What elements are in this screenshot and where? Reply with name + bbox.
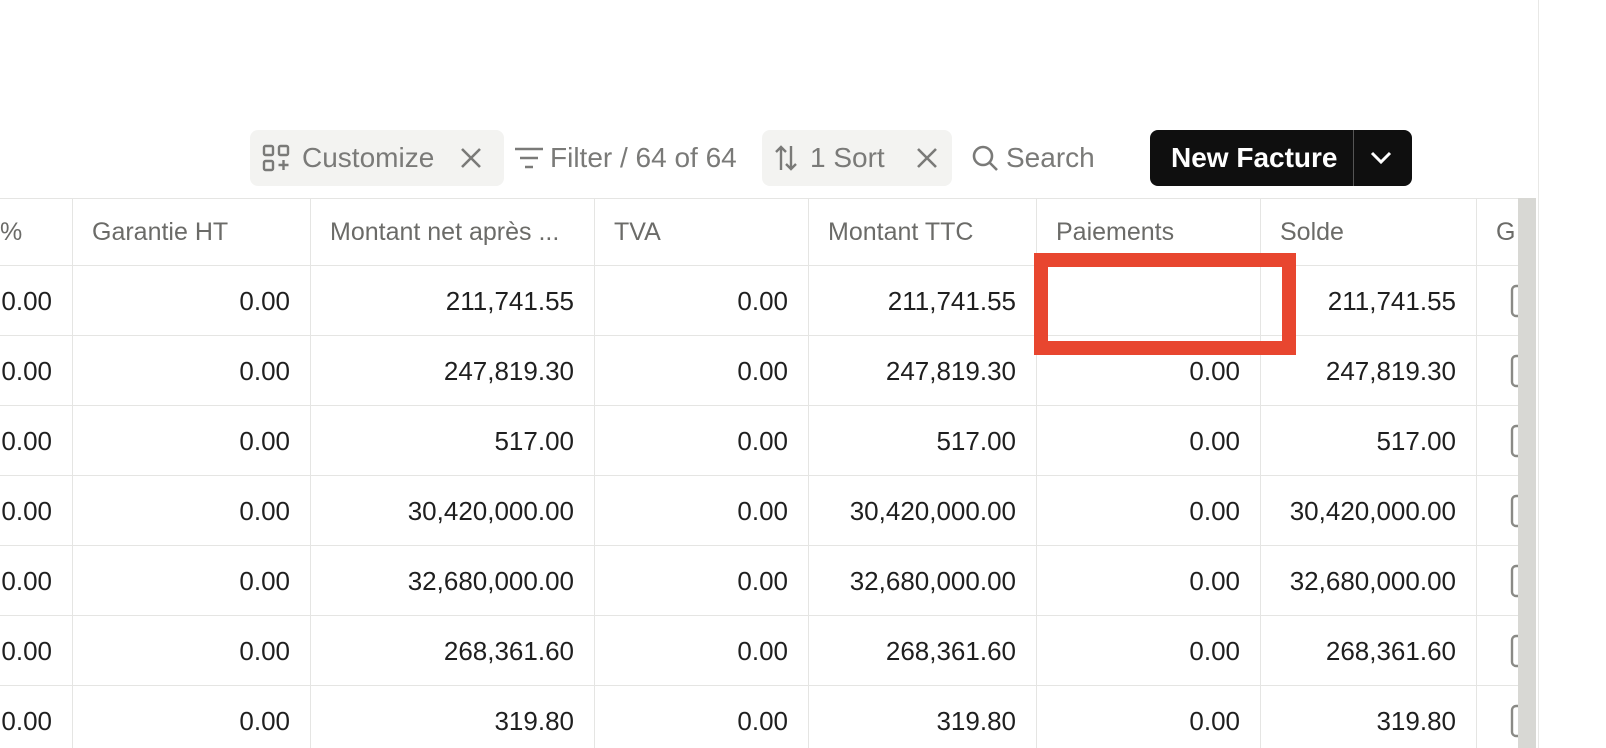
column-divider — [1476, 198, 1477, 748]
table-cell[interactable]: 0.00 — [72, 406, 310, 476]
customize-chip[interactable]: Customize — [250, 130, 504, 186]
table-cell[interactable]: 0.00 — [594, 476, 808, 546]
table-cell[interactable]: 0.00 — [0, 546, 72, 616]
table-cell[interactable]: 0.00 — [0, 336, 72, 406]
table-cell[interactable]: 211,741.55 — [310, 266, 594, 336]
table-cell[interactable]: 319.80 — [310, 686, 594, 748]
table-cell[interactable]: 0.00 — [1036, 546, 1260, 616]
customize-label: Customize — [302, 142, 435, 173]
table-cell[interactable]: 0.00 — [1036, 476, 1260, 546]
sort-chip[interactable]: 1 Sort — [762, 130, 952, 186]
table-cell[interactable]: 32,680,000.00 — [808, 546, 1036, 616]
table-cell[interactable]: 30,420,000.00 — [1260, 476, 1476, 546]
data-table: % Garantie HT Montant net après ... TVA Mont… — [0, 198, 1536, 748]
table-cell[interactable]: 517.00 — [1260, 406, 1476, 476]
table-cell[interactable]: 0.00 — [594, 336, 808, 406]
search-label: Search — [1006, 142, 1095, 173]
new-facture-button[interactable]: New Facture — [1150, 130, 1412, 186]
table-cell[interactable]: 517.00 — [310, 406, 594, 476]
filter-chip[interactable]: Filter / 64 of 64 — [508, 130, 756, 186]
filter-label: Filter / 64 of 64 — [550, 142, 737, 173]
table-cell[interactable]: 30,420,000.00 — [310, 476, 594, 546]
row-divider — [0, 198, 1536, 199]
table-cell[interactable]: 0.00 — [72, 616, 310, 686]
selected-cell-highlight — [1034, 253, 1296, 355]
close-icon[interactable] — [908, 146, 946, 170]
filter-icon — [508, 146, 550, 170]
table-cell[interactable]: 0.00 — [594, 616, 808, 686]
table-cell[interactable]: 247,819.30 — [310, 336, 594, 406]
table-cell[interactable]: 0.00 — [594, 546, 808, 616]
table-cell[interactable]: 32,680,000.00 — [1260, 546, 1476, 616]
table-cell[interactable]: 319.80 — [808, 686, 1036, 748]
column-header[interactable]: % — [0, 198, 72, 266]
table-cell[interactable]: 0.00 — [594, 406, 808, 476]
table-cell[interactable]: 0.00 — [1036, 406, 1260, 476]
table-cell[interactable]: 0.00 — [72, 336, 310, 406]
table-cell[interactable]: 319.80 — [1260, 686, 1476, 748]
table-cell[interactable]: 211,741.55 — [808, 266, 1036, 336]
customize-icon — [250, 144, 302, 172]
table-cell[interactable]: 0.00 — [72, 476, 310, 546]
table-cell[interactable]: 0.00 — [72, 266, 310, 336]
table-cell[interactable]: 247,819.30 — [808, 336, 1036, 406]
search-chip[interactable]: Search — [964, 130, 1114, 186]
column-header[interactable]: TVA — [594, 198, 808, 266]
table-cell[interactable]: 0.00 — [0, 476, 72, 546]
column-header[interactable]: Montant TTC — [808, 198, 1036, 266]
table-cell[interactable]: 0.00 — [1036, 686, 1260, 748]
sort-icon — [762, 144, 810, 172]
table-cell[interactable]: 0.00 — [0, 616, 72, 686]
side-panel — [1538, 0, 1606, 748]
sort-label: 1 Sort — [810, 142, 885, 173]
column-header[interactable]: Garantie HT — [72, 198, 310, 266]
table-cell[interactable]: 0.00 — [0, 266, 72, 336]
table-cell[interactable]: 0.00 — [0, 686, 72, 748]
close-icon[interactable] — [448, 146, 494, 170]
column-header[interactable]: Montant net après ... — [310, 198, 594, 266]
table-cell[interactable]: 0.00 — [0, 406, 72, 476]
table-cell[interactable]: 0.00 — [72, 546, 310, 616]
table-cell[interactable]: 32,680,000.00 — [310, 546, 594, 616]
vertical-scrollbar[interactable] — [1518, 198, 1536, 748]
table-cell[interactable]: 268,361.60 — [1260, 616, 1476, 686]
table-cell[interactable]: 0.00 — [1036, 616, 1260, 686]
table-cell[interactable]: 0.00 — [594, 266, 808, 336]
table-cell[interactable]: 30,420,000.00 — [808, 476, 1036, 546]
search-icon — [964, 144, 1006, 172]
table-cell[interactable]: 0.00 — [72, 686, 310, 748]
chevron-down-icon[interactable] — [1354, 151, 1408, 165]
new-facture-label: New Facture — [1171, 142, 1338, 173]
table-cell[interactable]: 268,361.60 — [310, 616, 594, 686]
table-cell[interactable]: 268,361.60 — [808, 616, 1036, 686]
table-cell[interactable]: 517.00 — [808, 406, 1036, 476]
table-cell[interactable]: 0.00 — [594, 686, 808, 748]
